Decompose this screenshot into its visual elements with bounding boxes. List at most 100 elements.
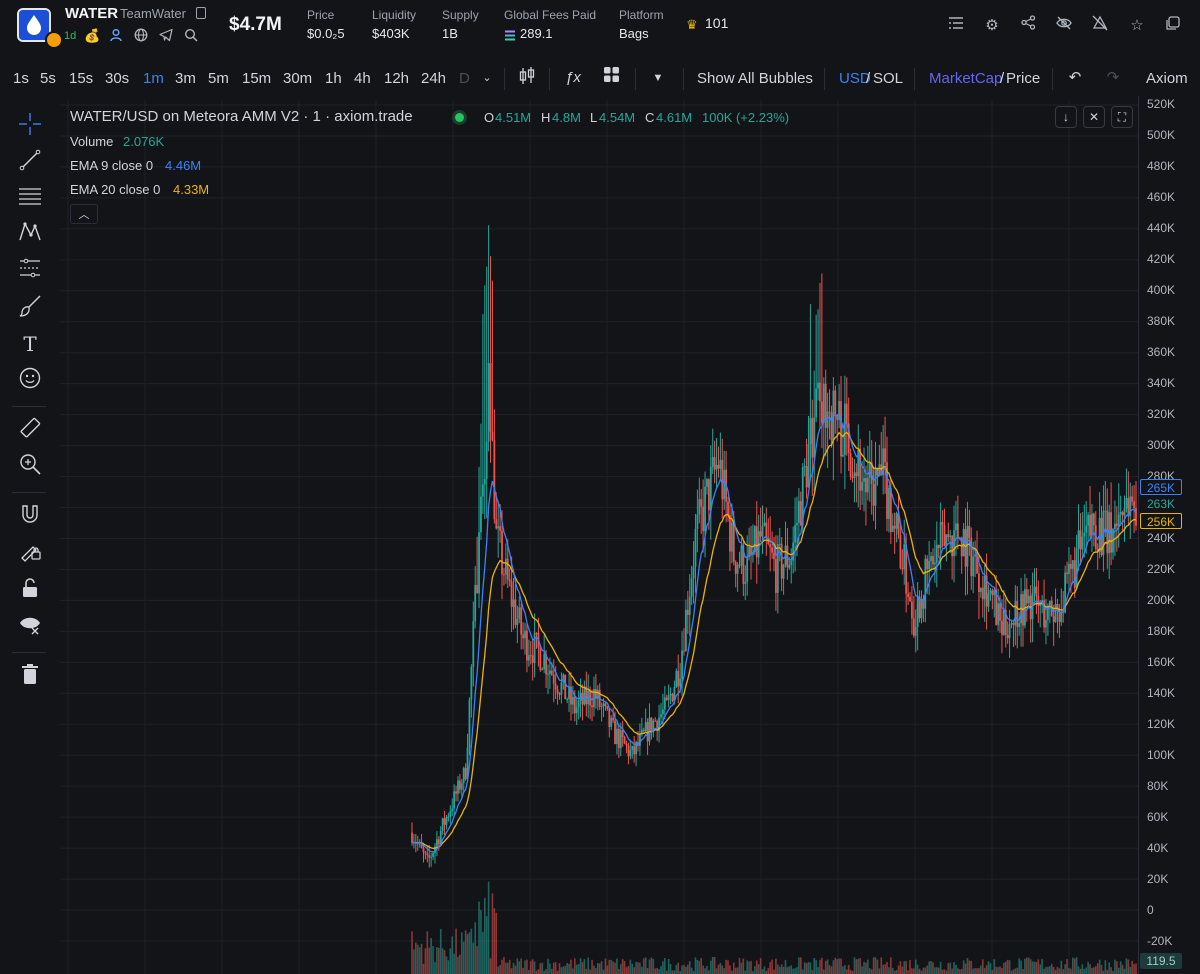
candle-body	[891, 525, 894, 532]
candle-body	[566, 699, 569, 701]
candle-body	[619, 730, 622, 749]
money-bag-icon[interactable]: 💰	[84, 28, 100, 44]
timeframe-1h[interactable]: 1h	[325, 70, 342, 87]
timeframe-30s[interactable]: 30s	[105, 70, 129, 87]
timeframe-30m[interactable]: 30m	[283, 70, 312, 87]
volume-bar	[809, 962, 812, 974]
indicators-icon[interactable]: ƒx	[562, 66, 584, 90]
unlock-icon[interactable]	[16, 576, 44, 604]
timeframe-1m[interactable]: 1m	[143, 70, 164, 87]
timeframe-4h[interactable]: 4h	[354, 70, 371, 87]
candle-body	[667, 695, 670, 701]
copy-icon[interactable]	[196, 7, 206, 19]
chevron-down-icon[interactable]: ⌄	[479, 66, 495, 90]
fib-lines-icon[interactable]	[16, 184, 44, 212]
volume-bar	[909, 960, 911, 974]
volume-bar	[422, 963, 425, 974]
candle-body	[449, 811, 452, 817]
emoji-icon[interactable]	[16, 366, 44, 394]
candle-body	[539, 647, 542, 671]
timeframe-1s[interactable]: 1s	[13, 70, 29, 87]
text-icon[interactable]: T	[16, 330, 44, 358]
timeframe-5m[interactable]: 5m	[208, 70, 229, 87]
visibility-icon[interactable]	[16, 612, 44, 640]
star-icon[interactable]: ☆	[1126, 15, 1148, 37]
brush-icon[interactable]	[16, 294, 44, 322]
eye-off-icon[interactable]	[1053, 15, 1075, 37]
undo-icon[interactable]: ↶	[1064, 66, 1086, 90]
volume-bar	[1077, 966, 1080, 974]
volume-bar	[746, 960, 748, 974]
list-icon[interactable]	[945, 15, 967, 37]
ohlc-open-value: 4.51M	[495, 110, 532, 125]
price-toggle[interactable]: Price	[1006, 70, 1040, 87]
timeframe-3m[interactable]: 3m	[175, 70, 196, 87]
volume-bar	[991, 969, 994, 974]
ruler-icon[interactable]	[16, 416, 44, 444]
arrow-down-icon[interactable]: ↓	[1055, 106, 1077, 128]
volume-bar	[627, 966, 630, 974]
timeframe-12h[interactable]: 12h	[384, 70, 409, 87]
collapse-legend-button[interactable]: ︿	[70, 204, 98, 224]
candle-body	[610, 717, 613, 728]
redo-icon[interactable]: ↷	[1102, 66, 1124, 90]
candle-body	[514, 599, 517, 625]
timeframe-d[interactable]: D	[459, 70, 470, 87]
caret-down-icon[interactable]: ▼	[648, 66, 668, 90]
gear-icon[interactable]: ⚙	[981, 15, 1003, 37]
crosshair-icon[interactable]	[16, 112, 44, 140]
volume-bar	[1071, 957, 1074, 974]
timeframe-15m[interactable]: 15m	[242, 70, 271, 87]
volume-bar	[438, 948, 440, 974]
timeframe-5s[interactable]: 5s	[40, 70, 56, 87]
copy-window-icon[interactable]	[1162, 15, 1184, 37]
telegram-icon[interactable]	[158, 28, 174, 44]
trend-line-icon[interactable]	[16, 148, 44, 176]
zoom-in-icon[interactable]	[16, 452, 44, 480]
timeframe-24h[interactable]: 24h	[421, 70, 446, 87]
collapse-icon[interactable]: ✕	[1083, 106, 1105, 128]
candle-body	[845, 403, 848, 424]
volume-bar	[625, 967, 628, 974]
show-all-bubbles-button[interactable]: Show All Bubbles	[697, 70, 813, 87]
volume-bar	[1035, 962, 1038, 974]
pattern-icon[interactable]	[16, 220, 44, 248]
magnet-icon[interactable]	[16, 502, 44, 530]
candle-body	[972, 556, 975, 577]
search-icon[interactable]	[183, 28, 199, 44]
trash-icon[interactable]	[16, 662, 44, 690]
volume-bar	[801, 969, 804, 974]
marketcap-toggle[interactable]: MarketCap	[929, 70, 1002, 87]
price-tick: 140K	[1147, 686, 1176, 700]
candle-body	[744, 582, 747, 584]
volume-bar	[855, 959, 858, 974]
candles-icon[interactable]	[516, 66, 538, 90]
candle-body	[602, 703, 605, 707]
volume-bar	[604, 958, 607, 974]
volume-bar	[997, 967, 999, 974]
volume-bar	[1029, 959, 1032, 974]
hide-icon[interactable]	[1089, 15, 1111, 37]
user-icon[interactable]	[108, 28, 124, 44]
ema9-legend-label: EMA 9 close 0	[70, 158, 154, 173]
currency-sol-toggle[interactable]: SOL	[873, 70, 903, 87]
candle-body	[529, 655, 532, 657]
candle-body	[1060, 612, 1063, 622]
price-chart[interactable]	[60, 100, 1138, 974]
fullscreen-icon[interactable]: ⛶	[1111, 106, 1133, 128]
volume-bar	[1119, 961, 1122, 974]
volume-bar	[660, 966, 662, 974]
share-icon[interactable]	[1017, 15, 1039, 37]
candle-body	[828, 411, 831, 413]
globe-icon[interactable]	[133, 28, 149, 44]
timeframe-15s[interactable]: 15s	[69, 70, 93, 87]
layout-grid-icon[interactable]	[600, 66, 622, 90]
supply-label: Supply	[442, 8, 479, 22]
live-status-dot	[455, 113, 464, 122]
volume-bar	[671, 970, 674, 974]
volume-bar	[849, 969, 852, 974]
forecast-icon[interactable]	[16, 256, 44, 284]
volume-bar	[914, 959, 917, 974]
volume-bar	[596, 963, 599, 974]
lock-drawings-icon[interactable]	[16, 538, 44, 566]
